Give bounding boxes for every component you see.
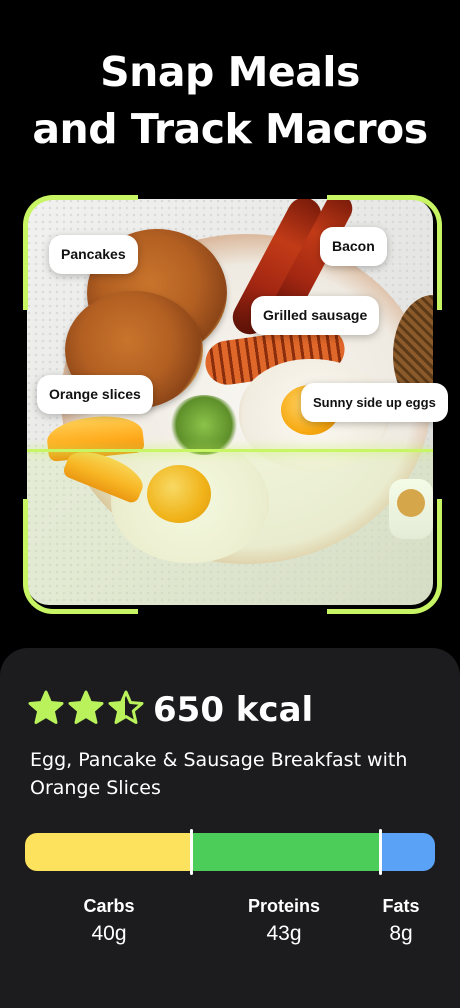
macro-fats-name: Fats bbox=[382, 896, 420, 916]
macro-bar-fats bbox=[381, 833, 435, 871]
star-full-icon bbox=[68, 690, 104, 724]
food-label-bacon[interactable]: Bacon bbox=[320, 227, 387, 266]
food-label-orange-slices[interactable]: Orange slices bbox=[37, 375, 153, 414]
macro-proteins-value: 43g bbox=[266, 922, 302, 945]
macro-distribution-bar bbox=[25, 833, 435, 871]
macro-carbs-value: 40g bbox=[91, 922, 127, 945]
macro-fats: Fats 8g bbox=[373, 895, 429, 947]
meal-name: Egg, Pancake & Sausage Breakfast with Or… bbox=[30, 749, 408, 799]
food-label-pancakes[interactable]: Pancakes bbox=[49, 235, 138, 274]
macro-bar-carbs bbox=[25, 833, 194, 871]
rating-stars bbox=[28, 690, 144, 724]
star-half-icon bbox=[108, 690, 144, 724]
macro-proteins: Proteins 43g bbox=[238, 895, 330, 947]
macro-fats-value: 8g bbox=[389, 922, 413, 945]
macro-divider-1 bbox=[190, 829, 193, 875]
headline: Snap Meals and Track Macros bbox=[0, 44, 460, 158]
sprouts bbox=[169, 395, 239, 455]
star-full-icon bbox=[28, 690, 64, 724]
food-label-sunny-side-up-eggs[interactable]: Sunny side up eggs bbox=[301, 383, 448, 422]
scan-line bbox=[27, 449, 433, 452]
macro-divider-2 bbox=[379, 829, 382, 875]
calorie-total: 650 kcal bbox=[153, 690, 314, 730]
food-label-grilled-sausage[interactable]: Grilled sausage bbox=[251, 296, 380, 335]
macro-proteins-name: Proteins bbox=[247, 896, 321, 916]
headline-line-1: Snap Meals bbox=[100, 48, 360, 96]
macro-carbs-name: Carbs bbox=[83, 896, 135, 916]
macro-bar-proteins bbox=[193, 833, 382, 871]
scan-overlay bbox=[27, 450, 433, 605]
headline-line-2: and Track Macros bbox=[32, 105, 428, 153]
macro-carbs: Carbs 40g bbox=[69, 895, 149, 947]
